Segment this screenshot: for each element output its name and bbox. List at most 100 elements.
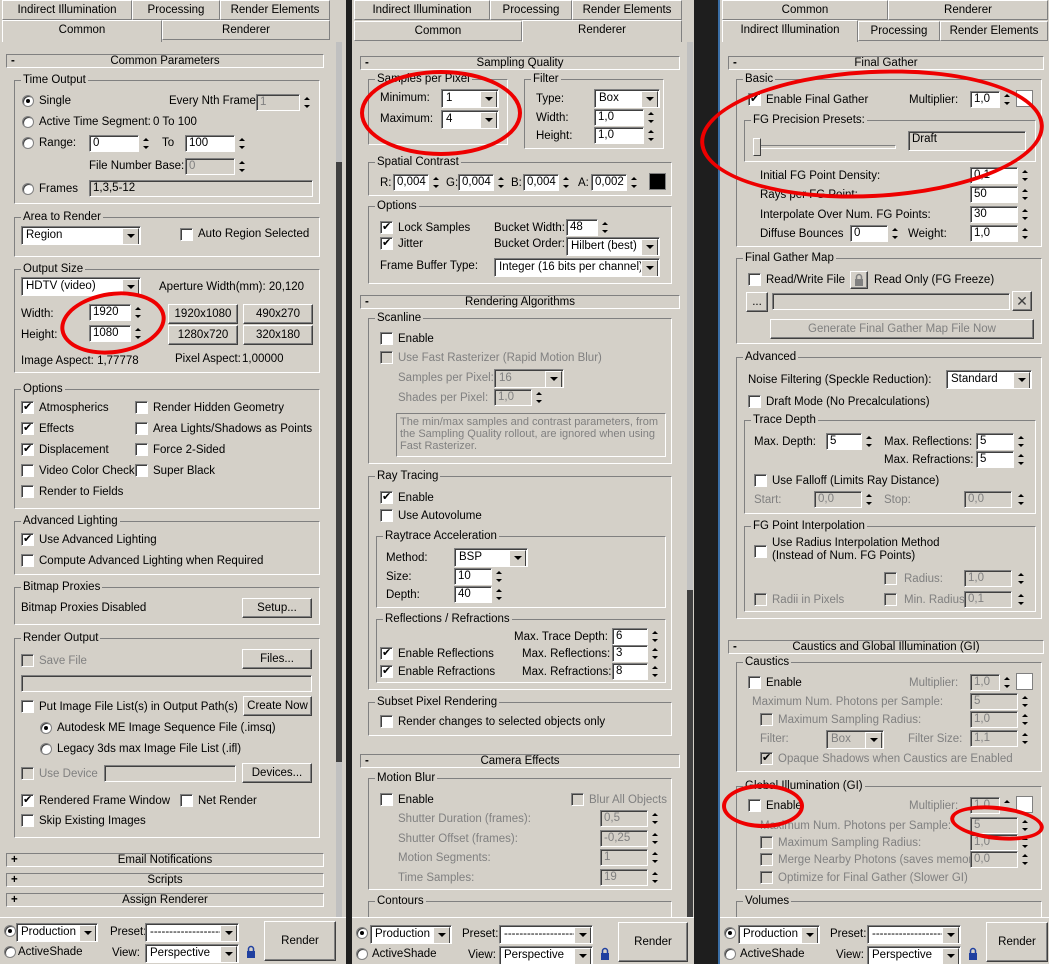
tab-render-elements[interactable]: Render Elements <box>940 21 1048 41</box>
gi-multiplier-field[interactable]: 1,0 <box>970 797 1000 814</box>
filter-size-field[interactable]: 1,1 <box>970 730 1018 747</box>
checkbox-enable-refractions[interactable] <box>380 664 393 678</box>
render-button[interactable]: Render <box>264 921 336 961</box>
preset-320x180-button[interactable]: 320x180 <box>243 325 313 345</box>
time-samples-spinner[interactable] <box>650 869 660 886</box>
merge-photons-spinner[interactable] <box>1020 851 1030 868</box>
checkbox-displacement[interactable] <box>21 442 34 456</box>
shutter-duration-field[interactable]: 0,5 <box>600 810 648 827</box>
rollout-header-common-parameters[interactable]: - Common Parameters <box>6 54 324 68</box>
max-refractions-field[interactable]: 8 <box>612 663 648 680</box>
checkbox-read-write-file[interactable] <box>748 273 761 286</box>
contrast-color-swatch[interactable] <box>649 173 666 190</box>
checkbox-gi-max-radius[interactable] <box>760 836 773 849</box>
bucket-order-dropdown[interactable]: Hilbert (best) <box>566 237 660 256</box>
checkbox-video-color[interactable] <box>21 464 34 477</box>
method-dropdown[interactable]: BSP <box>454 548 528 567</box>
fg-max-refractions-spinner[interactable] <box>1016 451 1026 468</box>
min-radius-field[interactable]: 0,1 <box>964 591 1012 608</box>
file-number-base-field[interactable]: 0 <box>185 158 235 175</box>
interpolate-fg-points-field[interactable]: 30 <box>970 206 1018 223</box>
contrast-g-field[interactable]: 0,004 <box>458 174 494 191</box>
checkbox-jitter[interactable] <box>380 236 393 250</box>
tab-processing[interactable]: Processing <box>490 0 572 20</box>
checkbox-skip-existing[interactable] <box>21 814 34 827</box>
checkbox-enable-reflections[interactable] <box>380 646 393 660</box>
checkbox-enable-final-gather[interactable] <box>748 92 761 106</box>
radio-autodesk-imsq[interactable] <box>40 722 52 734</box>
max-refractions-spinner[interactable] <box>650 663 660 680</box>
preset-1920x1080-button[interactable]: 1920x1080 <box>168 304 238 324</box>
radio-production[interactable] <box>4 925 16 937</box>
range-to-spinner[interactable] <box>237 135 247 152</box>
tab-indirect-illumination[interactable]: Indirect Illumination <box>354 0 490 20</box>
checkbox-caustics-max-radius[interactable] <box>760 713 773 726</box>
scrollbar[interactable] <box>687 42 693 917</box>
fg-multiplier-field[interactable]: 1,0 <box>970 91 1000 108</box>
checkbox-area-lights[interactable] <box>135 422 148 435</box>
fg-multiplier-spinner[interactable] <box>1002 91 1012 108</box>
stop-spinner[interactable] <box>1016 491 1026 508</box>
checkbox-auto-region[interactable] <box>180 228 193 241</box>
radio-frames[interactable] <box>22 183 34 195</box>
diffuse-bounces-field[interactable]: 0 <box>850 225 888 242</box>
merge-photons-field[interactable]: 0,0 <box>970 851 1018 868</box>
caustics-filter-dropdown[interactable]: Box <box>826 730 884 749</box>
file-number-base-spinner[interactable] <box>237 158 247 175</box>
checkbox-compute-advanced-lighting[interactable] <box>21 554 34 567</box>
checkbox-raytrace-enable[interactable] <box>380 490 393 504</box>
lock-icon[interactable] <box>244 945 258 959</box>
production-dropdown[interactable]: Production <box>370 925 452 944</box>
fg-map-file-field[interactable] <box>772 293 1010 310</box>
area-to-render-dropdown[interactable]: Region <box>21 226 141 245</box>
browse-button[interactable]: ... <box>746 292 768 312</box>
caustics-multiplier-spinner[interactable] <box>1002 674 1012 691</box>
shades-per-pixel-field[interactable]: 1,0 <box>494 389 532 406</box>
radius-field[interactable]: 1,0 <box>964 570 1012 587</box>
devices-button[interactable]: Devices... <box>242 763 312 783</box>
start-field[interactable]: 0,0 <box>814 491 862 508</box>
caustics-max-radius-spinner[interactable] <box>1020 711 1030 728</box>
radio-range[interactable] <box>22 137 34 149</box>
radio-production[interactable] <box>356 927 368 939</box>
shutter-offset-spinner[interactable] <box>650 830 660 847</box>
filter-height-spinner[interactable] <box>646 127 656 144</box>
fg-max-reflections-field[interactable]: 5 <box>976 433 1014 450</box>
every-nth-field[interactable]: 1 <box>256 94 300 111</box>
gi-max-photons-spinner[interactable] <box>1020 817 1030 834</box>
view-dropdown[interactable]: Perspective <box>145 944 239 963</box>
caustics-max-photons-field[interactable]: 5 <box>970 693 1018 710</box>
tab-render-elements[interactable]: Render Elements <box>220 0 330 20</box>
min-radius-spinner[interactable] <box>1016 591 1026 608</box>
render-button[interactable]: Render <box>986 922 1048 962</box>
shutter-duration-spinner[interactable] <box>650 810 660 827</box>
checkbox-optimize-fg[interactable] <box>760 871 773 884</box>
checkbox-autovolume[interactable] <box>380 509 393 522</box>
production-dropdown[interactable]: Production <box>16 923 98 942</box>
size-field[interactable]: 10 <box>454 568 492 585</box>
caustics-max-radius-field[interactable]: 1,0 <box>970 711 1018 728</box>
max-depth-spinner[interactable] <box>864 433 874 450</box>
tab-renderer[interactable]: Renderer <box>888 0 1048 20</box>
height-spinner[interactable] <box>133 325 143 342</box>
preset-dropdown[interactable]: -------------------- <box>867 925 961 944</box>
checkbox-force-2-sided[interactable] <box>135 443 148 456</box>
height-field[interactable]: 1080 <box>89 325 131 342</box>
checkbox-radius-interpolation[interactable] <box>754 545 767 558</box>
filter-size-spinner[interactable] <box>1020 730 1030 747</box>
view-dropdown[interactable]: Perspective <box>499 946 593 964</box>
lock-icon[interactable] <box>598 947 612 961</box>
tab-common[interactable]: Common <box>722 0 888 20</box>
caustics-color-swatch[interactable] <box>1016 673 1033 690</box>
contrast-a-spinner[interactable] <box>629 174 639 191</box>
preset-dropdown[interactable]: -------------------- <box>499 925 593 944</box>
fg-max-refractions-field[interactable]: 5 <box>976 451 1014 468</box>
interpolate-fg-points-spinner[interactable] <box>1020 206 1030 223</box>
save-file-path[interactable] <box>21 675 312 692</box>
gi-max-photons-field[interactable]: 5 <box>970 817 1018 834</box>
radio-active-segment[interactable] <box>22 116 34 128</box>
contrast-a-field[interactable]: 0,002 <box>591 174 627 191</box>
fg-precision-slider-track[interactable] <box>754 145 896 149</box>
tab-render-elements[interactable]: Render Elements <box>572 0 682 20</box>
diffuse-bounces-spinner[interactable] <box>890 225 900 242</box>
